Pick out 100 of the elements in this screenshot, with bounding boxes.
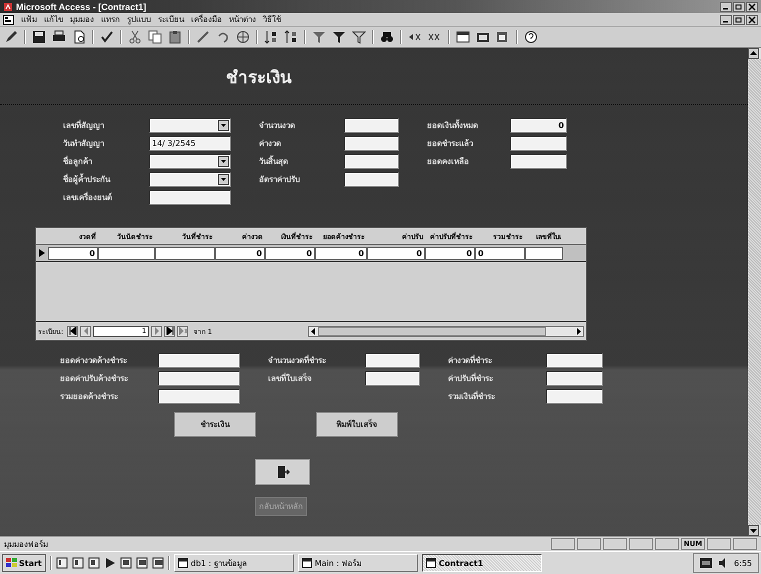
input-field[interactable] <box>365 371 420 386</box>
table-cell[interactable] <box>98 246 155 260</box>
field-label: ชื่อผู้ค้ำประกัน <box>63 173 112 186</box>
table-cell[interactable]: 0 <box>367 246 425 260</box>
menu-item[interactable]: แก้ไข <box>44 13 63 26</box>
start-button[interactable]: Start <box>2 554 46 572</box>
window-title: Microsoft Access - [Contract1] <box>16 2 146 12</box>
restore-icon[interactable] <box>733 14 745 24</box>
input-field[interactable] <box>546 389 603 404</box>
door-arrow-icon <box>276 465 290 479</box>
field-label: เลขเครื่องยนต์ <box>63 191 113 204</box>
combo-box[interactable] <box>149 154 231 169</box>
input-field[interactable] <box>510 136 567 151</box>
window-icon <box>178 558 188 568</box>
scroll-thumb[interactable] <box>318 326 546 336</box>
input-field[interactable] <box>158 389 240 404</box>
taskbar-button[interactable]: db1 : ฐานข้อมูล <box>174 554 294 572</box>
menu-item[interactable]: เครื่องมือ <box>191 13 222 26</box>
form-title: ชำระเงิน <box>226 66 292 90</box>
input-field[interactable] <box>344 136 399 151</box>
minimize-icon[interactable] <box>720 14 732 24</box>
binoculars-icon[interactable] <box>380 30 394 44</box>
exit-button[interactable] <box>255 459 310 485</box>
field-label: ยอดค่าปรับค้างชำระ <box>60 373 129 385</box>
table-cell[interactable]: 0 <box>475 246 525 260</box>
field-label: รวมยอดค้างชำระ <box>60 391 119 403</box>
menu-item[interactable]: วิธีใช้ <box>263 13 281 26</box>
check-icon[interactable] <box>100 30 114 44</box>
combo-box[interactable] <box>149 118 231 133</box>
play-icon[interactable] <box>104 557 116 569</box>
input-field[interactable]: 0 <box>510 118 567 133</box>
window-icon[interactable] <box>456 30 470 44</box>
field-label: วันสิ้นสุด <box>259 155 289 168</box>
close-icon[interactable] <box>746 14 758 24</box>
last-record-button[interactable] <box>164 326 176 336</box>
menu-item[interactable]: หน้าต่าง <box>229 13 256 26</box>
vertical-scrollbar[interactable] <box>748 48 761 536</box>
table-cell[interactable]: 0 <box>215 246 265 260</box>
menu-item[interactable]: แฟ้ม <box>21 13 37 26</box>
minimize-icon[interactable] <box>720 2 732 12</box>
table-cell[interactable]: 0 <box>48 246 98 260</box>
input-field[interactable] <box>546 371 603 386</box>
input-field[interactable] <box>365 353 420 368</box>
table-cell[interactable]: 0 <box>425 246 475 260</box>
status-panel <box>577 538 601 550</box>
taskbar-button[interactable]: Contract1 <box>422 554 542 572</box>
scissors-icon[interactable] <box>128 30 142 44</box>
input-field[interactable] <box>546 353 603 368</box>
input-field[interactable] <box>344 154 399 169</box>
undo-icon[interactable] <box>216 30 230 44</box>
table-cell[interactable]: 0 <box>315 246 367 260</box>
menu-item[interactable]: รูปแบบ <box>127 13 151 26</box>
copy-icon[interactable] <box>148 30 162 44</box>
button-caption: กลับหน้าหลัก <box>255 497 307 516</box>
first-record-button[interactable] <box>67 326 78 336</box>
status-text: มุมมองฟอร์ม <box>4 538 48 550</box>
sort-icon[interactable] <box>264 30 278 44</box>
field-label: ยอดค่างวดค้างชำระ <box>60 355 128 367</box>
field-label: เลขที่ใบเสร็จ <box>268 372 313 385</box>
close-icon[interactable] <box>746 2 758 12</box>
field-label: ค่างวดที่ชำระ <box>448 354 493 367</box>
input-field[interactable] <box>149 190 231 205</box>
printer-icon[interactable] <box>52 30 66 44</box>
field-label: ยอดชำระแล้ว <box>427 138 474 150</box>
right-arrow-icon[interactable] <box>574 326 583 336</box>
input-field[interactable]: 14/ 3/2545 <box>149 136 231 151</box>
form-button[interactable]: พิมพ์ใบเสร็จ <box>316 412 398 437</box>
pencil-icon[interactable] <box>4 30 18 44</box>
field-label: วันทำสัญญา <box>63 138 105 150</box>
restore-icon[interactable] <box>733 2 745 12</box>
left-arrow-icon[interactable] <box>309 326 318 336</box>
table-cell[interactable] <box>525 246 563 260</box>
windows-logo-icon <box>6 558 17 568</box>
floppy-icon[interactable] <box>32 30 46 44</box>
input-field[interactable] <box>158 353 240 368</box>
field-label: อัตราค่าปรับ <box>259 174 301 186</box>
field-label: ค่างวด <box>259 138 282 150</box>
table-cell[interactable]: 0 <box>265 246 315 260</box>
globe-icon[interactable] <box>236 30 250 44</box>
input-field[interactable] <box>344 172 399 187</box>
help-icon[interactable] <box>524 30 538 44</box>
horizontal-scrollbar[interactable] <box>308 326 584 336</box>
form-icon <box>3 14 14 24</box>
clipboard-icon[interactable] <box>168 30 182 44</box>
page-icon[interactable] <box>72 30 86 44</box>
menu-item[interactable]: มุมมอง <box>70 13 94 26</box>
input-field[interactable] <box>158 371 240 386</box>
taskbar-button[interactable]: Main : ฟอร์ม <box>298 554 418 572</box>
input-field[interactable] <box>344 118 399 133</box>
menu-item[interactable]: ระเบียน <box>158 13 184 26</box>
form-button[interactable]: ชำระเงิน <box>174 412 256 437</box>
field-label: ค่าปรับที่ชำระ <box>448 372 494 385</box>
filter-icon[interactable] <box>332 30 346 44</box>
sort-icon[interactable] <box>284 30 298 44</box>
funnel-icon[interactable] <box>352 30 366 44</box>
clock: 6:55 <box>734 558 752 568</box>
table-cell[interactable] <box>155 246 215 260</box>
combo-box[interactable] <box>149 172 231 187</box>
menu-item[interactable]: แทรก <box>101 13 120 26</box>
input-field[interactable] <box>510 154 567 169</box>
